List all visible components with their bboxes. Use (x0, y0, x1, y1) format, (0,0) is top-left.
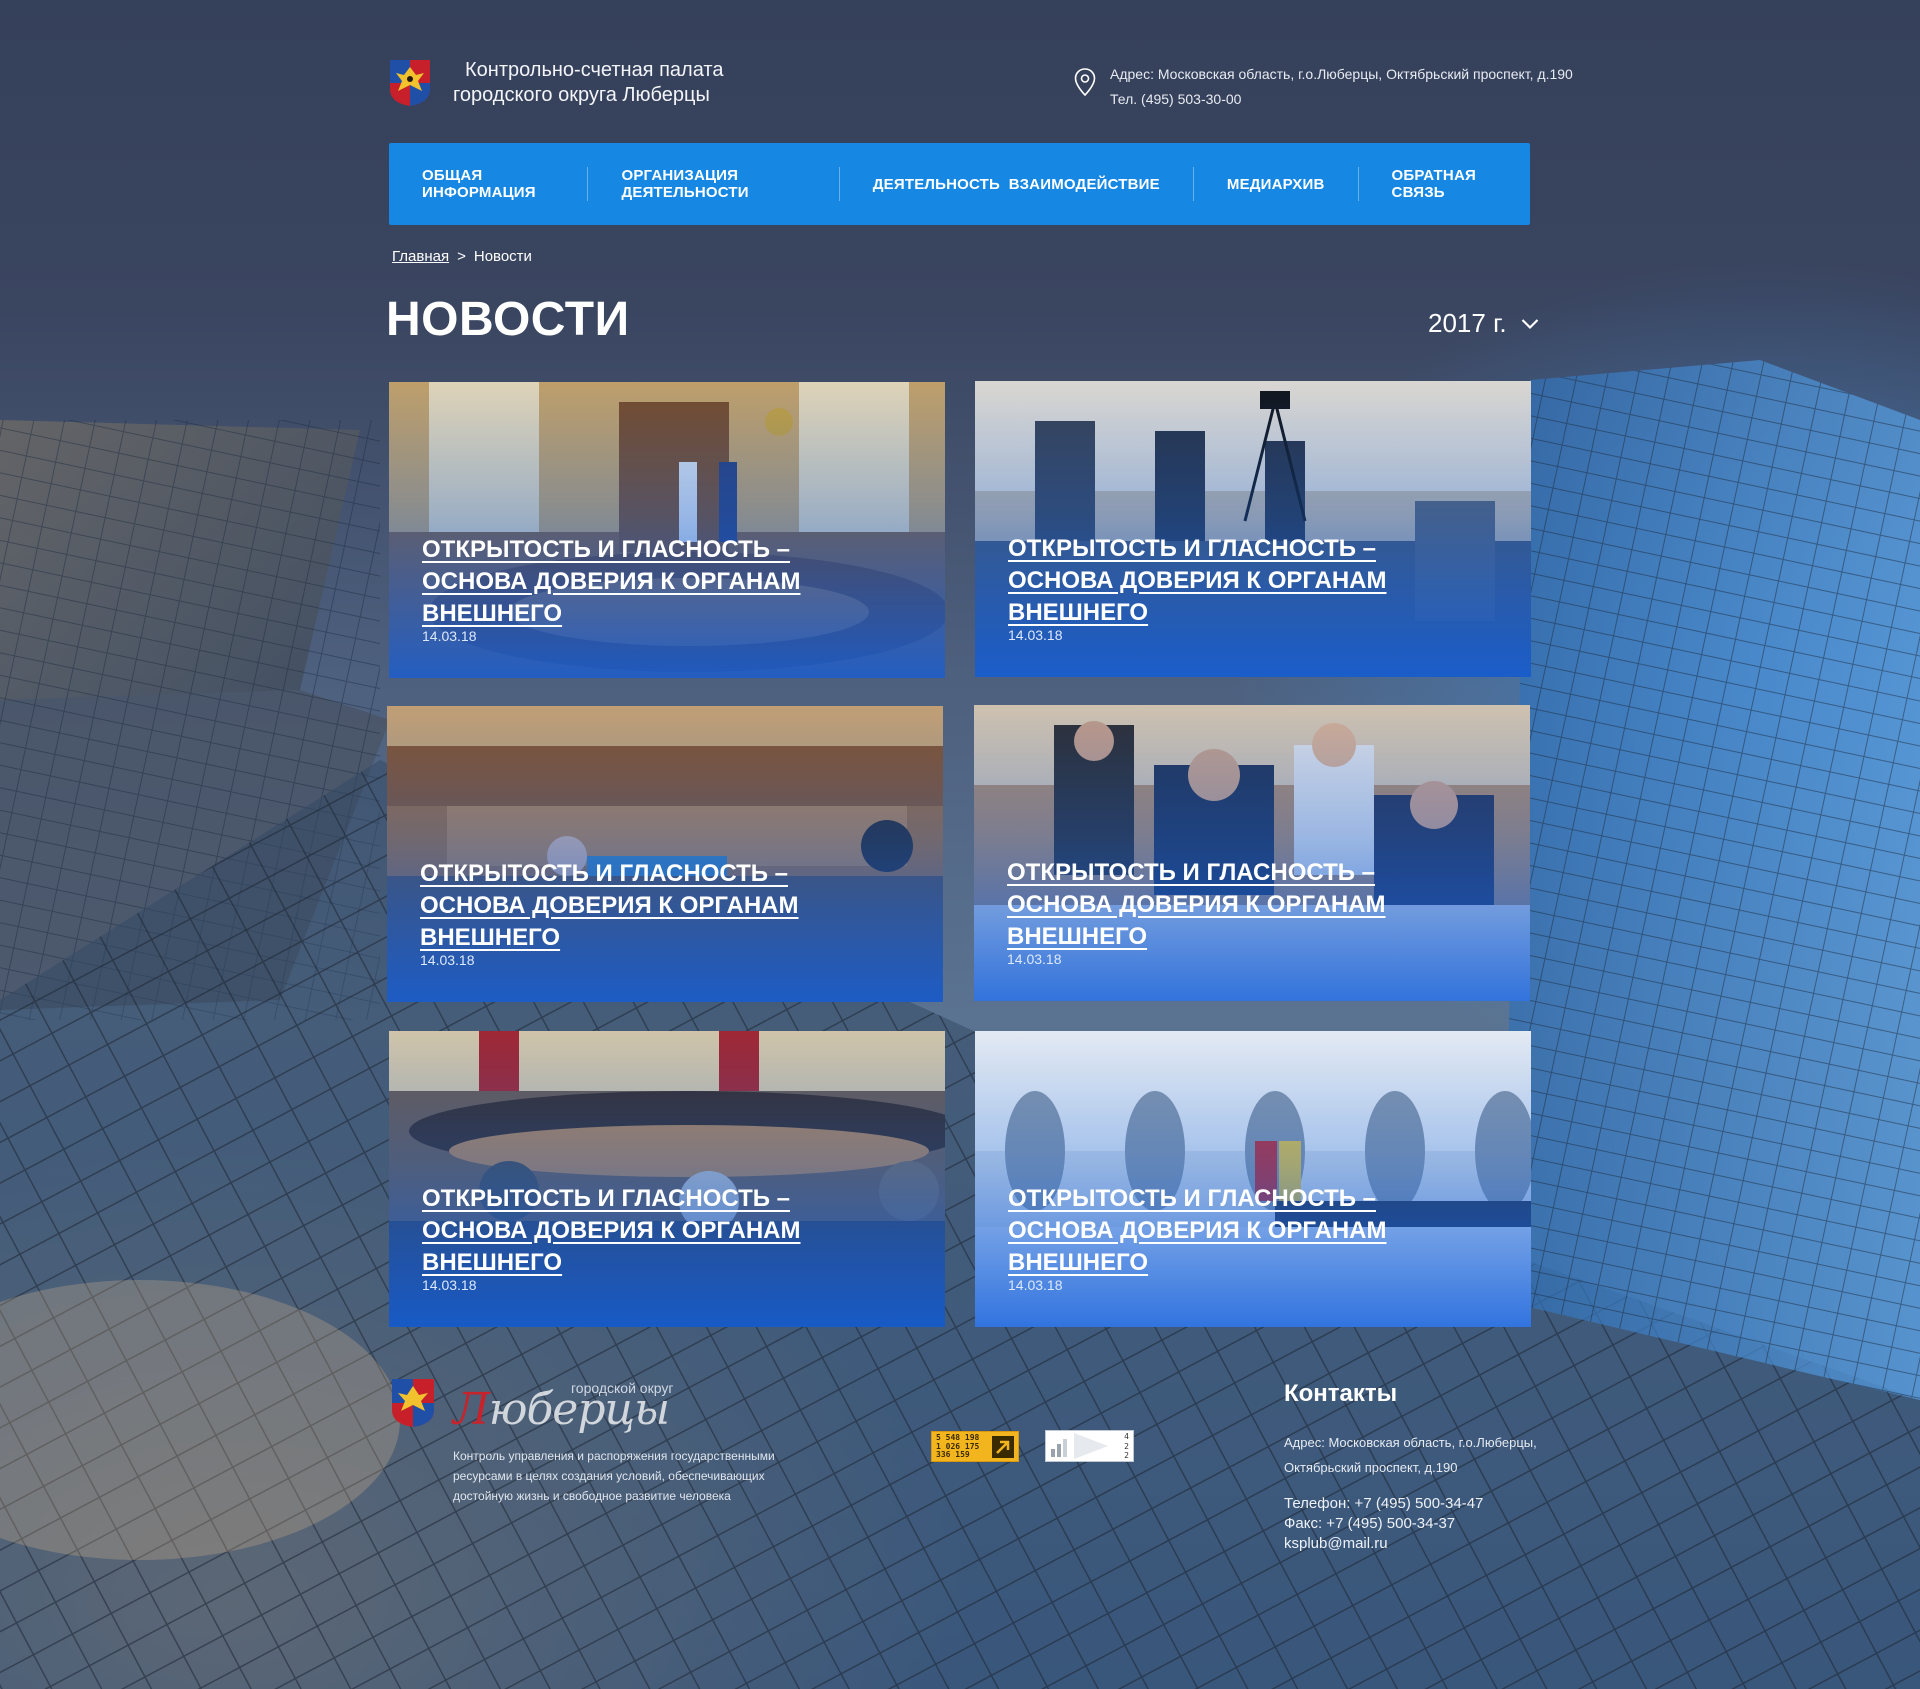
contacts-title: Контакты (1284, 1380, 1398, 1407)
nav-item-activity[interactable]: Деятельность Взаимодействие (840, 167, 1194, 201)
header-address: Адрес: Московская область, г.о.Люберцы, … (1110, 66, 1573, 82)
news-card[interactable]: Открытость и гласность – основа доверия … (975, 1031, 1531, 1327)
footer-phone[interactable]: Телефон: +7 (495) 500-34-47 (1284, 1494, 1544, 1514)
coat-of-arms-icon (389, 59, 431, 107)
brand-name: Люберцы (453, 1384, 670, 1435)
brand-name-rest: юберцы (488, 1384, 670, 1435)
visitor-counter-badge[interactable]: 5 548 198 1 026 175 336 159 (931, 1431, 1019, 1462)
footer-email[interactable]: ksplub@mail.ru (1284, 1534, 1544, 1554)
footer-coat-of-arms-icon (391, 1378, 435, 1428)
news-card-title[interactable]: Открытость и гласность – основа доверия … (420, 858, 850, 954)
footer-contacts: Контакты Адрес: Московская область, г.о.… (1284, 1380, 1544, 1554)
news-card-date: 14.03.18 (1008, 1277, 1063, 1293)
year-filter-dropdown[interactable]: 2017 г. (1428, 308, 1539, 339)
footer-address: Адрес: Московская область, г.о.Люберцы, … (1284, 1435, 1537, 1475)
play-triangle-icon (1074, 1433, 1108, 1459)
footer-logo[interactable] (391, 1378, 435, 1428)
nav-item-feedback[interactable]: Обратная связь (1359, 167, 1530, 201)
statistics-counter-badge[interactable]: 4 2 2 (1045, 1430, 1134, 1462)
breadcrumb-home-link[interactable]: Главная (392, 248, 449, 265)
news-page: Контрольно-счетная палата городского окр… (0, 0, 1920, 1689)
counter-line: 2 (1124, 1441, 1129, 1451)
main-nav: Общая информация Организация деятельност… (389, 143, 1530, 225)
news-card[interactable]: Открытость и гласность – основа доверия … (389, 382, 945, 678)
arrow-up-right-icon (992, 1436, 1014, 1458)
breadcrumb-separator: > (457, 248, 466, 265)
counter-line: 4 (1124, 1432, 1129, 1441)
news-card-title[interactable]: Открытость и гласность – основа доверия … (422, 1183, 852, 1279)
news-card[interactable]: Открытость и гласность – основа доверия … (387, 706, 943, 1002)
news-card-title[interactable]: Открытость и гласность – основа доверия … (422, 534, 852, 630)
news-card-date: 14.03.18 (422, 628, 477, 644)
news-card-title[interactable]: Открытость и гласность – основа доверия … (1008, 533, 1438, 629)
counter-line: 2 (1124, 1451, 1129, 1460)
page-title: НОВОСТИ (386, 293, 630, 346)
site-name-line2: городского округа Люберцы (453, 84, 710, 106)
nav-item-organization[interactable]: Организация деятельности (588, 167, 840, 201)
site-logo[interactable]: Контрольно-счетная палата городского окр… (389, 58, 723, 108)
breadcrumb: Главная > Новости (392, 248, 532, 265)
brand-name-first-letter: Л (453, 1384, 490, 1435)
site-name-line1: Контрольно-счетная палата (465, 59, 724, 81)
map-pin-icon (1074, 68, 1096, 96)
year-filter-value: 2017 г. (1428, 308, 1507, 338)
footer-mission: Контроль управления и распоряжения госуд… (453, 1449, 775, 1503)
chevron-down-icon (1521, 318, 1538, 329)
news-card-date: 14.03.18 (420, 952, 475, 968)
news-card[interactable]: Открытость и гласность – основа доверия … (974, 705, 1530, 1001)
news-card-date: 14.03.18 (1007, 951, 1062, 967)
news-card-title[interactable]: Открытость и гласность – основа доверия … (1008, 1183, 1438, 1279)
news-card-date: 14.03.18 (1008, 627, 1063, 643)
nav-item-media-archive[interactable]: Медиархив (1194, 167, 1359, 201)
header-contacts: Адрес: Московская область, г.о.Люберцы, … (1074, 62, 1573, 112)
breadcrumb-current: Новости (473, 248, 532, 265)
nav-item-general-info[interactable]: Общая информация (389, 167, 589, 201)
bar-chart-icon (1051, 1439, 1067, 1457)
news-card[interactable]: Открытость и гласность – основа доверия … (975, 381, 1531, 677)
footer-fax: Факс: +7 (495) 500-34-37 (1284, 1515, 1456, 1532)
counter-line: 336 159 (936, 1450, 970, 1459)
header-phone[interactable]: Тел. (495) 503-30-00 (1110, 87, 1573, 112)
news-card[interactable]: Открытость и гласность – основа доверия … (389, 1031, 945, 1327)
news-card-date: 14.03.18 (422, 1277, 477, 1293)
news-card-title[interactable]: Открытость и гласность – основа доверия … (1007, 857, 1437, 953)
